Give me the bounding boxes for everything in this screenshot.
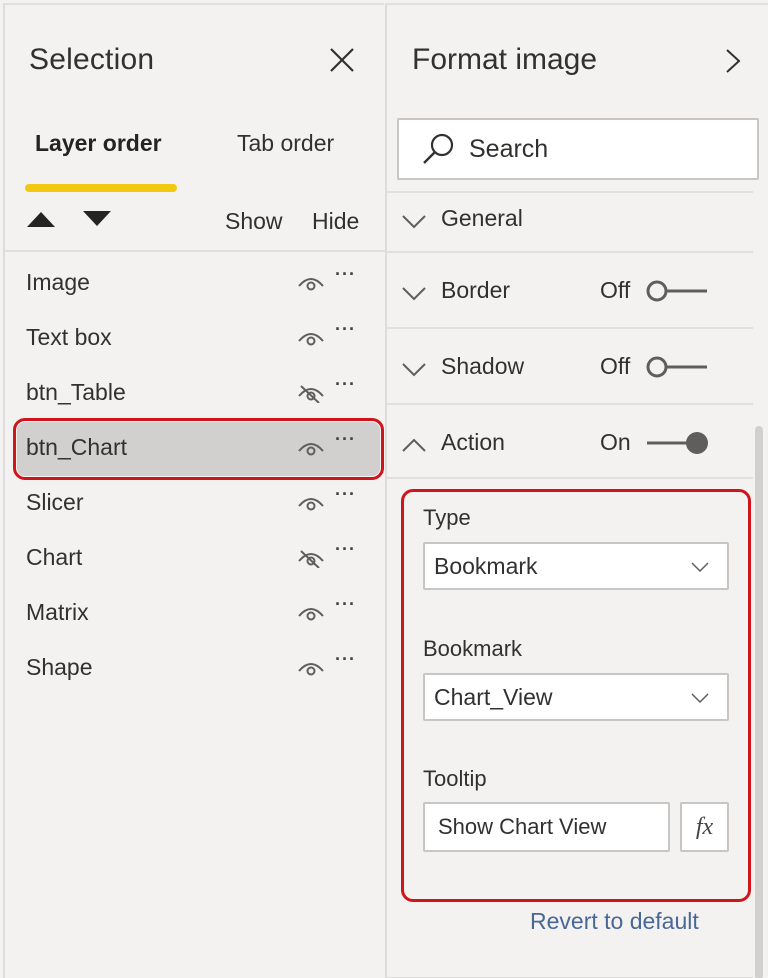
eye-icon[interactable] xyxy=(297,438,325,458)
section-action[interactable]: Action On xyxy=(387,403,753,479)
action-toggle[interactable] xyxy=(645,431,709,455)
divider xyxy=(387,477,753,479)
chevron-up-icon xyxy=(402,438,426,452)
eye-icon[interactable] xyxy=(297,328,325,348)
layer-item[interactable]: Image ··· xyxy=(5,255,386,310)
layer-item[interactable]: Slicer ··· xyxy=(5,475,386,530)
bookmark-label: Bookmark xyxy=(423,636,523,661)
section-shadow[interactable]: Shadow Off xyxy=(387,327,753,403)
layer-item[interactable]: Shape ··· xyxy=(5,640,386,695)
more-options-icon[interactable]: ··· xyxy=(335,430,356,448)
more-options-icon[interactable]: ··· xyxy=(335,265,356,283)
type-dropdown[interactable]: Bookmark xyxy=(423,542,729,590)
triangle-up-icon[interactable] xyxy=(27,211,55,227)
fx-button[interactable]: fx xyxy=(680,802,729,852)
close-icon[interactable] xyxy=(327,45,357,75)
eye-icon[interactable] xyxy=(297,273,325,293)
bookmark-value: Chart_View xyxy=(434,684,553,710)
chevron-down-icon xyxy=(402,215,426,229)
layer-name: Shape xyxy=(26,654,93,680)
layer-name: btn_Table xyxy=(26,379,126,405)
section-label: Action xyxy=(441,429,505,455)
eye-icon[interactable] xyxy=(297,493,325,513)
tab-layer-order[interactable]: Layer order xyxy=(35,130,162,157)
format-pane: Format image General Border Off Shadow O… xyxy=(385,3,768,978)
section-label: General xyxy=(441,205,523,231)
section-label: Border xyxy=(441,277,511,303)
search-input[interactable] xyxy=(469,134,739,164)
eye-hidden-icon[interactable] xyxy=(297,548,325,568)
section-border[interactable]: Border Off xyxy=(387,251,753,327)
eye-icon[interactable] xyxy=(297,603,325,623)
search-box[interactable] xyxy=(397,118,759,180)
more-options-icon[interactable]: ··· xyxy=(335,650,356,668)
eye-hidden-icon[interactable] xyxy=(297,383,325,403)
shadow-toggle[interactable] xyxy=(645,355,709,379)
tooltip-field[interactable] xyxy=(423,802,670,852)
scrollbar[interactable] xyxy=(755,426,763,978)
type-value: Bookmark xyxy=(434,553,538,579)
layer-item[interactable]: Chart ··· xyxy=(5,530,386,585)
more-options-icon[interactable]: ··· xyxy=(335,540,356,558)
type-label: Type xyxy=(423,505,471,530)
show-all-button[interactable]: Show xyxy=(225,208,283,235)
layer-name: Image xyxy=(26,269,90,295)
layer-item[interactable]: Text box ··· xyxy=(5,310,386,365)
layer-list: Image ··· Text box ··· btn_Table ··· btn_Chart… xyxy=(5,255,386,695)
toggle-state-label: Off xyxy=(600,353,631,379)
tab-tab-order[interactable]: Tab order xyxy=(237,130,334,157)
chevron-down-icon xyxy=(691,693,709,703)
layer-name: Text box xyxy=(26,324,112,350)
more-options-icon[interactable]: ··· xyxy=(335,485,356,503)
layer-item[interactable]: Matrix ··· xyxy=(5,585,386,640)
layer-name: Matrix xyxy=(26,599,89,625)
format-pane-title: Format image xyxy=(412,43,598,76)
layer-item[interactable]: btn_Table ··· xyxy=(5,365,386,420)
chevron-down-icon xyxy=(402,287,426,301)
divider xyxy=(5,250,386,252)
section-label: Shadow xyxy=(441,353,525,379)
section-general[interactable]: General xyxy=(387,191,753,251)
layer-name: Chart xyxy=(26,544,83,570)
tooltip-label: Tooltip xyxy=(423,766,487,791)
more-options-icon[interactable]: ··· xyxy=(335,320,356,338)
revert-to-default-link[interactable]: Revert to default xyxy=(530,908,699,935)
toggle-state-label: On xyxy=(600,429,631,455)
layer-name: btn_Chart xyxy=(26,434,128,460)
tooltip-input[interactable] xyxy=(425,804,668,850)
chevron-down-icon xyxy=(691,562,709,572)
more-options-icon[interactable]: ··· xyxy=(335,375,356,393)
selection-pane-title: Selection xyxy=(29,43,155,76)
chevron-down-icon xyxy=(402,363,426,377)
selection-pane: Selection Layer order Tab order Show Hid… xyxy=(3,3,386,978)
eye-icon[interactable] xyxy=(297,658,325,678)
more-options-icon[interactable]: ··· xyxy=(335,595,356,613)
search-icon xyxy=(423,133,454,164)
triangle-down-icon[interactable] xyxy=(83,211,111,227)
hide-all-button[interactable]: Hide xyxy=(312,208,359,235)
active-tab-indicator xyxy=(25,184,177,192)
border-toggle[interactable] xyxy=(645,279,709,303)
bookmark-dropdown[interactable]: Chart_View xyxy=(423,673,729,721)
toggle-state-label: Off xyxy=(600,277,631,303)
chevron-right-icon[interactable] xyxy=(723,48,743,74)
layer-item[interactable]: btn_Chart ··· xyxy=(5,420,386,475)
layer-name: Slicer xyxy=(26,489,84,515)
